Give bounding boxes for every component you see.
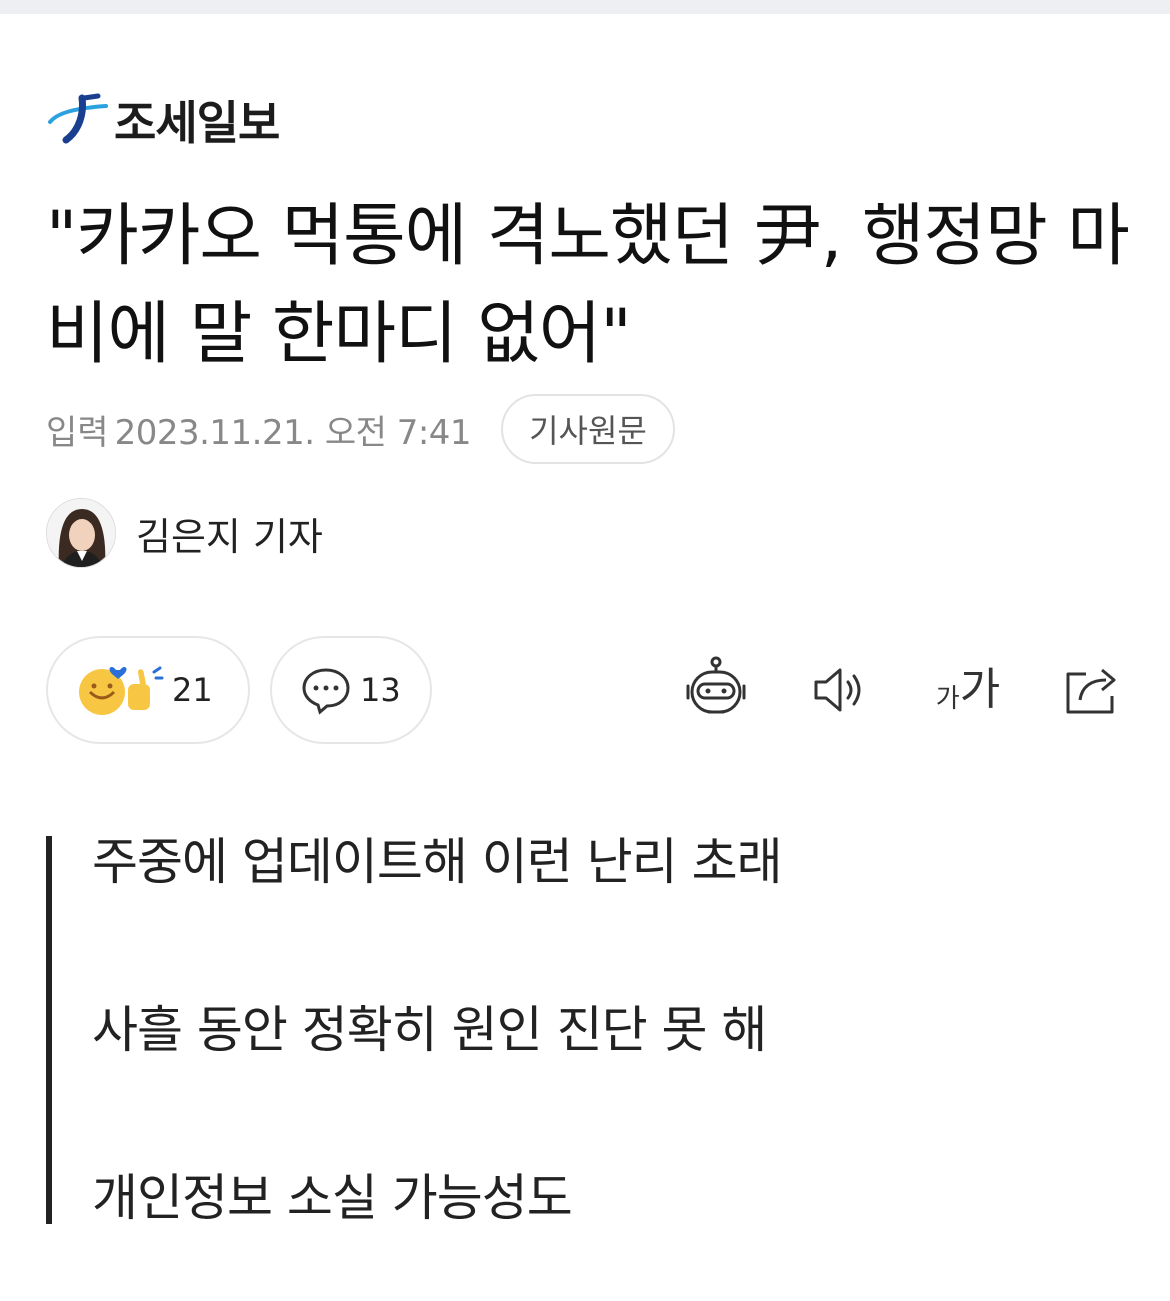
avatar bbox=[46, 498, 116, 568]
publisher-logo[interactable]: 조세일보 bbox=[44, 92, 280, 150]
jo-se-ilbo-logo-icon bbox=[48, 93, 108, 144]
summary-line: 개인정보 소실 가능성도 bbox=[92, 1169, 573, 1227]
font-size-large-label: 가 bbox=[959, 664, 1001, 715]
published-label: 입력 bbox=[46, 412, 109, 453]
comment-button[interactable]: 13 bbox=[270, 636, 432, 744]
share-button[interactable] bbox=[1056, 654, 1128, 726]
summary-bot-button[interactable] bbox=[680, 654, 752, 726]
article-headline: "카카오 먹통에 격노했던 尹, 행정망 마비에 말 한마디 없어" bbox=[46, 197, 1130, 374]
summary-line: 주중에 업데이트해 이런 난리 초래 bbox=[92, 833, 783, 891]
article-meta: 입력 2023.11.21. 오전 7:41 기사원문 bbox=[46, 393, 675, 465]
summary-bot-icon bbox=[686, 656, 746, 714]
reaction-count: 21 bbox=[172, 671, 213, 709]
original-article-button[interactable]: 기사원문 bbox=[501, 394, 675, 464]
reaction-emoji-icon bbox=[79, 666, 164, 715]
published-datetime: 2023.11.21. 오전 7:41 bbox=[114, 412, 472, 453]
status-bar-strip bbox=[0, 0, 1170, 14]
reaction-button[interactable]: 21 bbox=[46, 636, 250, 744]
author-name: 김은지 기자 bbox=[136, 514, 323, 559]
article-summary: 주중에 업데이트해 이런 난리 초래 사흘 동안 정확히 원인 진단 못 해 개… bbox=[46, 836, 946, 1224]
font-size-icon: 가 가 bbox=[935, 664, 1001, 715]
speaker-icon bbox=[814, 668, 861, 712]
summary-line: 사흘 동안 정확히 원인 진단 못 해 bbox=[92, 1001, 767, 1059]
comment-bubble-icon bbox=[302, 668, 350, 715]
author-row[interactable]: 김은지 기자 bbox=[46, 498, 323, 568]
font-size-small-label: 가 bbox=[935, 684, 960, 714]
share-icon bbox=[1066, 668, 1116, 714]
font-size-button[interactable]: 가 가 bbox=[926, 654, 1010, 726]
comment-count: 13 bbox=[360, 671, 401, 709]
listen-button[interactable] bbox=[804, 654, 876, 726]
article-action-bar: 21 13 가 가 bbox=[46, 636, 1126, 744]
publisher-name: 조세일보 bbox=[114, 96, 280, 150]
